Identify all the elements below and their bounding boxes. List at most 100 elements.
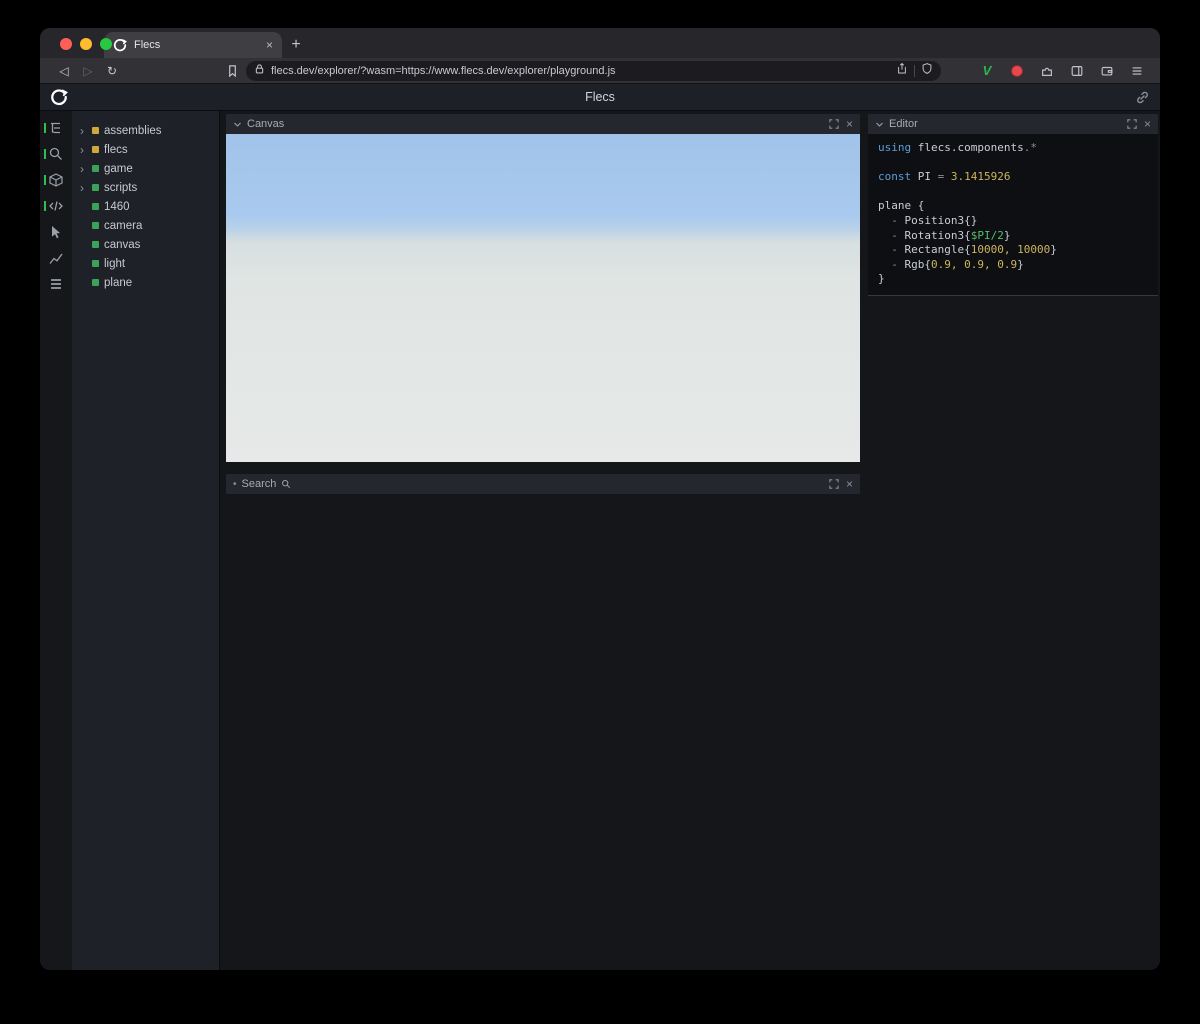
code-line: - Rgb{0.9, 0.9, 0.9} bbox=[878, 257, 1024, 271]
url-text: flecs.dev/explorer/?wasm=https://www.fle… bbox=[271, 64, 616, 77]
canvas-panel-header: Canvas × bbox=[226, 114, 860, 134]
app-body: assemblies flecs game scripts bbox=[40, 111, 1160, 970]
tab-strip: Flecs × + bbox=[40, 28, 1160, 58]
fullscreen-icon[interactable] bbox=[829, 479, 839, 489]
search-panel: • Search × bbox=[226, 474, 860, 494]
flecs-favicon-icon bbox=[113, 38, 127, 52]
entity-color-square bbox=[92, 241, 99, 248]
tree-item-label: game bbox=[104, 162, 133, 175]
browser-tab[interactable]: Flecs × bbox=[104, 32, 282, 58]
tree-item[interactable]: canvas bbox=[72, 235, 219, 254]
tree-item[interactable]: camera bbox=[72, 216, 219, 235]
entities-cube-icon[interactable] bbox=[40, 172, 72, 188]
tree-item-label: light bbox=[104, 257, 126, 270]
code-line: const PI = 3.1415926 bbox=[878, 170, 1011, 184]
entity-color-square bbox=[92, 279, 99, 286]
forward-icon[interactable]: ▷ bbox=[76, 64, 100, 78]
padlock-icon[interactable] bbox=[254, 62, 265, 80]
extensions-area: V bbox=[976, 63, 1148, 78]
search-icon[interactable] bbox=[40, 146, 72, 162]
menu-icon[interactable] bbox=[1126, 64, 1148, 78]
extensions-puzzle-icon[interactable] bbox=[1036, 64, 1058, 78]
entity-tree: assemblies flecs game scripts bbox=[72, 111, 220, 970]
collapse-chevron-icon[interactable] bbox=[875, 120, 884, 129]
flecs-logo-icon bbox=[50, 88, 68, 106]
page-title: Flecs bbox=[585, 90, 615, 104]
entity-color-square bbox=[92, 146, 99, 153]
stats-icon[interactable] bbox=[40, 250, 72, 266]
editor-panel: Editor × using flecs.components.* const … bbox=[868, 114, 1158, 296]
panel-title: Editor bbox=[889, 118, 918, 130]
wallet-icon[interactable] bbox=[1096, 64, 1118, 78]
close-icon[interactable]: × bbox=[846, 118, 853, 130]
new-tab-button[interactable]: + bbox=[282, 32, 310, 58]
browser-toolbar: ◁ ▷ ↻ flecs.dev/explorer/?wasm=https://w… bbox=[40, 58, 1160, 84]
code-line: } bbox=[878, 272, 885, 286]
expand-chevron-icon[interactable] bbox=[80, 125, 87, 137]
entity-color-square bbox=[92, 127, 99, 134]
tree-item-label: plane bbox=[104, 276, 133, 289]
entity-color-square bbox=[92, 165, 99, 172]
close-icon[interactable]: × bbox=[1144, 118, 1151, 130]
tab-close-icon[interactable]: × bbox=[266, 39, 273, 51]
tree-item[interactable]: plane bbox=[72, 273, 219, 292]
sidebar-toggle-icon[interactable] bbox=[1066, 64, 1088, 78]
entity-color-square bbox=[92, 260, 99, 267]
canvas-3d-view[interactable] bbox=[226, 134, 860, 462]
fullscreen-icon[interactable] bbox=[829, 119, 839, 129]
browser-window: Flecs × + ◁ ▷ ↻ flecs.dev/explorer/?wasm… bbox=[40, 28, 1160, 970]
tree-item-label: canvas bbox=[104, 238, 141, 251]
code-line: plane { bbox=[878, 199, 925, 213]
tree-item[interactable]: game bbox=[72, 159, 219, 178]
bookmark-icon[interactable] bbox=[220, 64, 244, 78]
tree-item-label: assemblies bbox=[104, 124, 162, 137]
panel-title: Search bbox=[241, 478, 277, 490]
collapse-chevron-icon[interactable] bbox=[233, 120, 242, 129]
expand-chevron-icon[interactable] bbox=[80, 182, 87, 194]
share-icon[interactable] bbox=[896, 62, 908, 80]
tree-item[interactable]: 1460 bbox=[72, 197, 219, 216]
app-header: Flecs bbox=[40, 84, 1160, 111]
tree-item[interactable]: flecs bbox=[72, 140, 219, 159]
fullscreen-icon[interactable] bbox=[1127, 119, 1137, 129]
close-window-button[interactable] bbox=[60, 38, 72, 50]
code-line: - Position3{} bbox=[878, 213, 978, 227]
tree-item-label: scripts bbox=[104, 181, 138, 194]
v-extension-icon[interactable]: V bbox=[976, 63, 998, 78]
share-link-icon[interactable] bbox=[1135, 90, 1150, 105]
main-area: Canvas × • Search × Editor × using flecs… bbox=[220, 111, 1160, 970]
url-bar[interactable]: flecs.dev/explorer/?wasm=https://www.fle… bbox=[246, 60, 941, 81]
tab-title: Flecs bbox=[134, 39, 161, 51]
brave-shield-icon[interactable] bbox=[921, 62, 933, 80]
code-line: - Rectangle{10000, 10000} bbox=[878, 243, 1057, 257]
tree-item-label: flecs bbox=[104, 143, 128, 156]
search-magnifier-icon bbox=[281, 479, 291, 489]
close-icon[interactable]: × bbox=[846, 478, 853, 490]
reload-icon[interactable]: ↻ bbox=[100, 64, 124, 78]
tree-item[interactable]: assemblies bbox=[72, 121, 219, 140]
urlbar-divider bbox=[914, 64, 915, 77]
minimize-window-button[interactable] bbox=[80, 38, 92, 50]
panel-bullet-icon[interactable]: • bbox=[233, 479, 237, 490]
zoom-window-button[interactable] bbox=[100, 38, 112, 50]
record-extension-icon[interactable] bbox=[1006, 64, 1028, 77]
entity-tree-icon[interactable] bbox=[40, 120, 72, 136]
back-icon[interactable]: ◁ bbox=[52, 64, 76, 78]
rows-icon[interactable] bbox=[40, 276, 72, 292]
entity-color-square bbox=[92, 184, 99, 191]
icon-sidebar bbox=[40, 111, 72, 970]
editor-panel-header: Editor × bbox=[868, 114, 1158, 134]
inspector-icon[interactable] bbox=[40, 224, 72, 240]
expand-chevron-icon[interactable] bbox=[80, 144, 87, 156]
tree-item[interactable]: scripts bbox=[72, 178, 219, 197]
tree-item[interactable]: light bbox=[72, 254, 219, 273]
code-editor[interactable]: using flecs.components.* const PI = 3.14… bbox=[868, 134, 1158, 296]
tree-item-label: camera bbox=[104, 219, 143, 232]
entity-color-square bbox=[92, 203, 99, 210]
code-line: - Rotation3{$PI/2} bbox=[878, 228, 1011, 242]
expand-chevron-icon[interactable] bbox=[80, 163, 87, 175]
code-icon[interactable] bbox=[40, 198, 72, 214]
window-controls bbox=[60, 38, 112, 50]
